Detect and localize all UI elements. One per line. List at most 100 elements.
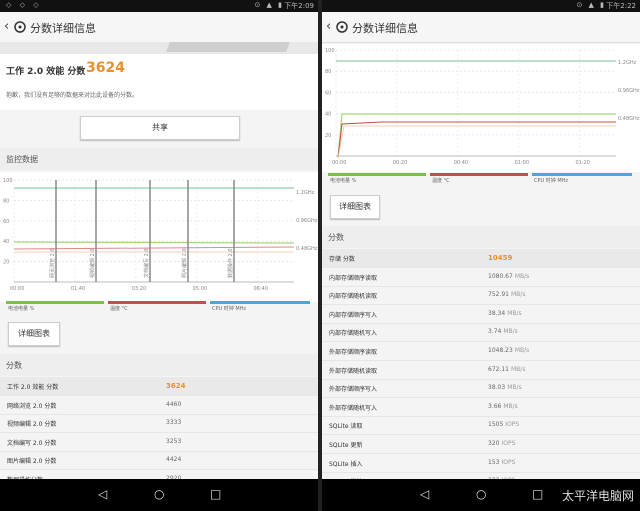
scores-section-title: 分数 — [6, 361, 22, 370]
score-row: 内部存储顺序读取 1080.67 MB/s — [322, 268, 640, 287]
score-row-value: 752.91 MB/s — [488, 291, 525, 298]
y-tick-label: 80 — [325, 69, 331, 75]
futuremark-logo-icon — [336, 21, 348, 33]
watermark: 太平洋电脑网 — [561, 489, 634, 503]
score-row: 内部存储随机写入 3.74 MB/s — [322, 323, 640, 343]
score-row: SQLite 更新 320 IOPS — [322, 435, 640, 454]
y-tick-label: 80 — [3, 198, 9, 204]
score-row-unit: IOPS — [505, 421, 520, 429]
score-value: 3624 — [86, 60, 125, 76]
nav-back-icon[interactable]: ◁ — [420, 487, 429, 501]
score-row: 内部存储顺序写入 38.34 MB/s — [322, 305, 640, 324]
page-title: 分数详细信息 — [352, 22, 418, 35]
score-label: 工作 2.0 效能 分数 — [6, 67, 86, 77]
score-row: 图片编辑 2.0 分数 4424 — [0, 451, 318, 471]
monitor-chart: 100 80 60 40 20 00:00 00:20 00:40 01:00 01:20 1.2G… — [322, 44, 640, 172]
score-row-value: 38.34 MB/s — [488, 310, 522, 317]
score-row: 外部存储随机读取 672.11 MB/s — [322, 361, 640, 380]
score-row-name: 外部存储随机读取 — [329, 367, 378, 375]
score-row-value: 153 IOPS — [488, 459, 515, 466]
score-row-value: 4460 — [166, 401, 183, 408]
score-row-number: 3.74 — [488, 328, 502, 336]
score-row: SQLite 插入 153 IOPS — [322, 454, 640, 473]
right-axis-label: 1.2GHz — [296, 190, 315, 196]
score-row-value: 320 IOPS — [488, 440, 515, 447]
score-row: 网络浏览 2.0 分数 4460 — [0, 396, 318, 415]
legend-battery-label: 电池电量 % — [330, 178, 357, 184]
nav-home-icon[interactable]: ○ — [154, 487, 164, 501]
x-tick-label: 05:00 — [193, 286, 207, 292]
score-row-value: 1080.67 MB/s — [488, 273, 529, 280]
workload-marker-label: 文档编写 2.0 — [143, 248, 150, 278]
score-row-name: SQLite 更新 — [329, 442, 363, 449]
score-row-unit: MB/s — [511, 291, 526, 299]
y-tick-label: 60 — [325, 90, 331, 96]
workload-marker-label: 网页浏览 2.0 — [49, 248, 56, 278]
score-row-name: 文档编写 2.0 分数 — [7, 439, 57, 447]
nav-home-icon[interactable]: ○ — [476, 487, 486, 501]
legend-temperature: 温度 °C — [108, 301, 206, 312]
score-row: 工作 2.0 效能 分数 3624 — [0, 377, 318, 396]
detail-chart-button[interactable]: 详细图表 — [330, 195, 380, 219]
notification-icons: ◇ ◇ ◇ — [6, 1, 42, 9]
legend-battery: 电池电量 % — [328, 173, 426, 184]
score-row-name: SQLite 读取 — [329, 423, 363, 431]
score-row-name: 外部存储顺序读取 — [329, 349, 378, 356]
score-row-number: 672.11 — [488, 365, 509, 373]
futuremark-logo-icon — [14, 21, 26, 33]
legend-battery: 电池电量 % — [6, 301, 104, 312]
back-arrow-icon[interactable]: ‹ — [4, 19, 9, 34]
score-card: 工作 2.0 效能 分数 3624 抱歉，我们没有足够的数据来对比此设备的分数。 — [0, 54, 318, 110]
legend-cpu: CPU 时钟 MHz — [532, 173, 632, 184]
nav-recents-icon[interactable]: □ — [210, 487, 221, 501]
score-row-number: 320 — [488, 440, 500, 447]
score-row-number: 1505 — [488, 421, 504, 429]
right-axis-label: 0.96GHz — [296, 218, 318, 224]
score-note: 抱歉，我们没有足够的数据来对比此设备的分数。 — [6, 92, 139, 99]
scores-section-title: 分数 — [328, 233, 344, 242]
monitor-chart: 网页浏览 2.0 视频编辑 2.0 文档编写 2.0 照片编辑 2.0 数据操作 2.0… — [0, 172, 318, 302]
y-tick-label: 20 — [325, 133, 331, 139]
right-phone-screen: ⊙ ▲ ▮ 下午2:22 ‹ 分数详细信息 100 80 60 40 20 00:00 00… — [322, 0, 640, 511]
legend-temperature-label: 温度 °C — [432, 178, 450, 184]
navigation-bar: ◁ ○ □ 太平洋电脑网 — [322, 479, 640, 511]
score-row-unit: MB/s — [507, 309, 522, 317]
y-tick-label: 100 — [3, 178, 13, 184]
back-arrow-icon[interactable]: ‹ — [326, 19, 331, 34]
navigation-bar: ◁ ○ □ — [0, 479, 318, 511]
scores-section-header: 分数 — [322, 226, 640, 248]
score-row: 外部存储顺序读取 1048.23 MB/s — [322, 342, 640, 361]
right-axis-label: 0.48GHz — [296, 246, 318, 252]
score-row-unit: MB/s — [511, 365, 526, 373]
score-row-value: 3333 — [166, 419, 183, 426]
score-row-unit: MB/s — [514, 272, 530, 280]
y-tick-label: 100 — [325, 48, 335, 54]
score-row-name: 网络浏览 2.0 分数 — [7, 402, 57, 410]
workload-marker-label: 照片编辑 2.0 — [181, 248, 188, 278]
y-tick-label: 40 — [3, 239, 9, 245]
score-row-unit: MB/s — [503, 402, 518, 410]
share-button[interactable]: 共享 — [80, 116, 240, 140]
score-row-unit: IOPS — [501, 458, 516, 466]
legend-battery-label: 电池电量 % — [8, 306, 35, 312]
score-row-number: 38.03 — [488, 384, 506, 392]
score-row-name: 存储 分数 — [329, 256, 355, 263]
legend-cpu: CPU 时钟 MHz — [210, 301, 310, 312]
score-row-number: 1048.23 — [488, 347, 513, 354]
monitor-chart-svg: 100 80 60 40 20 00:00 00:20 00:40 01:00 01:20 1.2G… — [325, 48, 640, 166]
nav-back-icon[interactable]: ◁ — [98, 487, 107, 501]
x-tick-label: 01:20 — [575, 160, 589, 166]
status-bar: ⊙ ▲ ▮ 下午2:22 — [322, 0, 640, 12]
x-tick-label: 03:20 — [132, 286, 146, 292]
score-row-number: 752.91 — [488, 291, 509, 299]
status-time: 下午2:22 — [606, 2, 636, 10]
score-row-value: 4424 — [166, 456, 183, 463]
score-row-name: 图片编辑 2.0 分数 — [7, 458, 57, 466]
score-row-name: 内部存储随机读取 — [329, 293, 378, 301]
score-row: 外部存储随机写入 3.66 MB/s — [322, 398, 640, 417]
nav-recents-icon[interactable]: □ — [532, 487, 543, 501]
score-row-value: 672.11 MB/s — [488, 366, 525, 373]
score-row-name: 外部存储随机写入 — [329, 404, 378, 412]
detail-chart-button[interactable]: 详细图表 — [8, 322, 60, 346]
score-row-name: 内部存储随机写入 — [329, 330, 378, 338]
